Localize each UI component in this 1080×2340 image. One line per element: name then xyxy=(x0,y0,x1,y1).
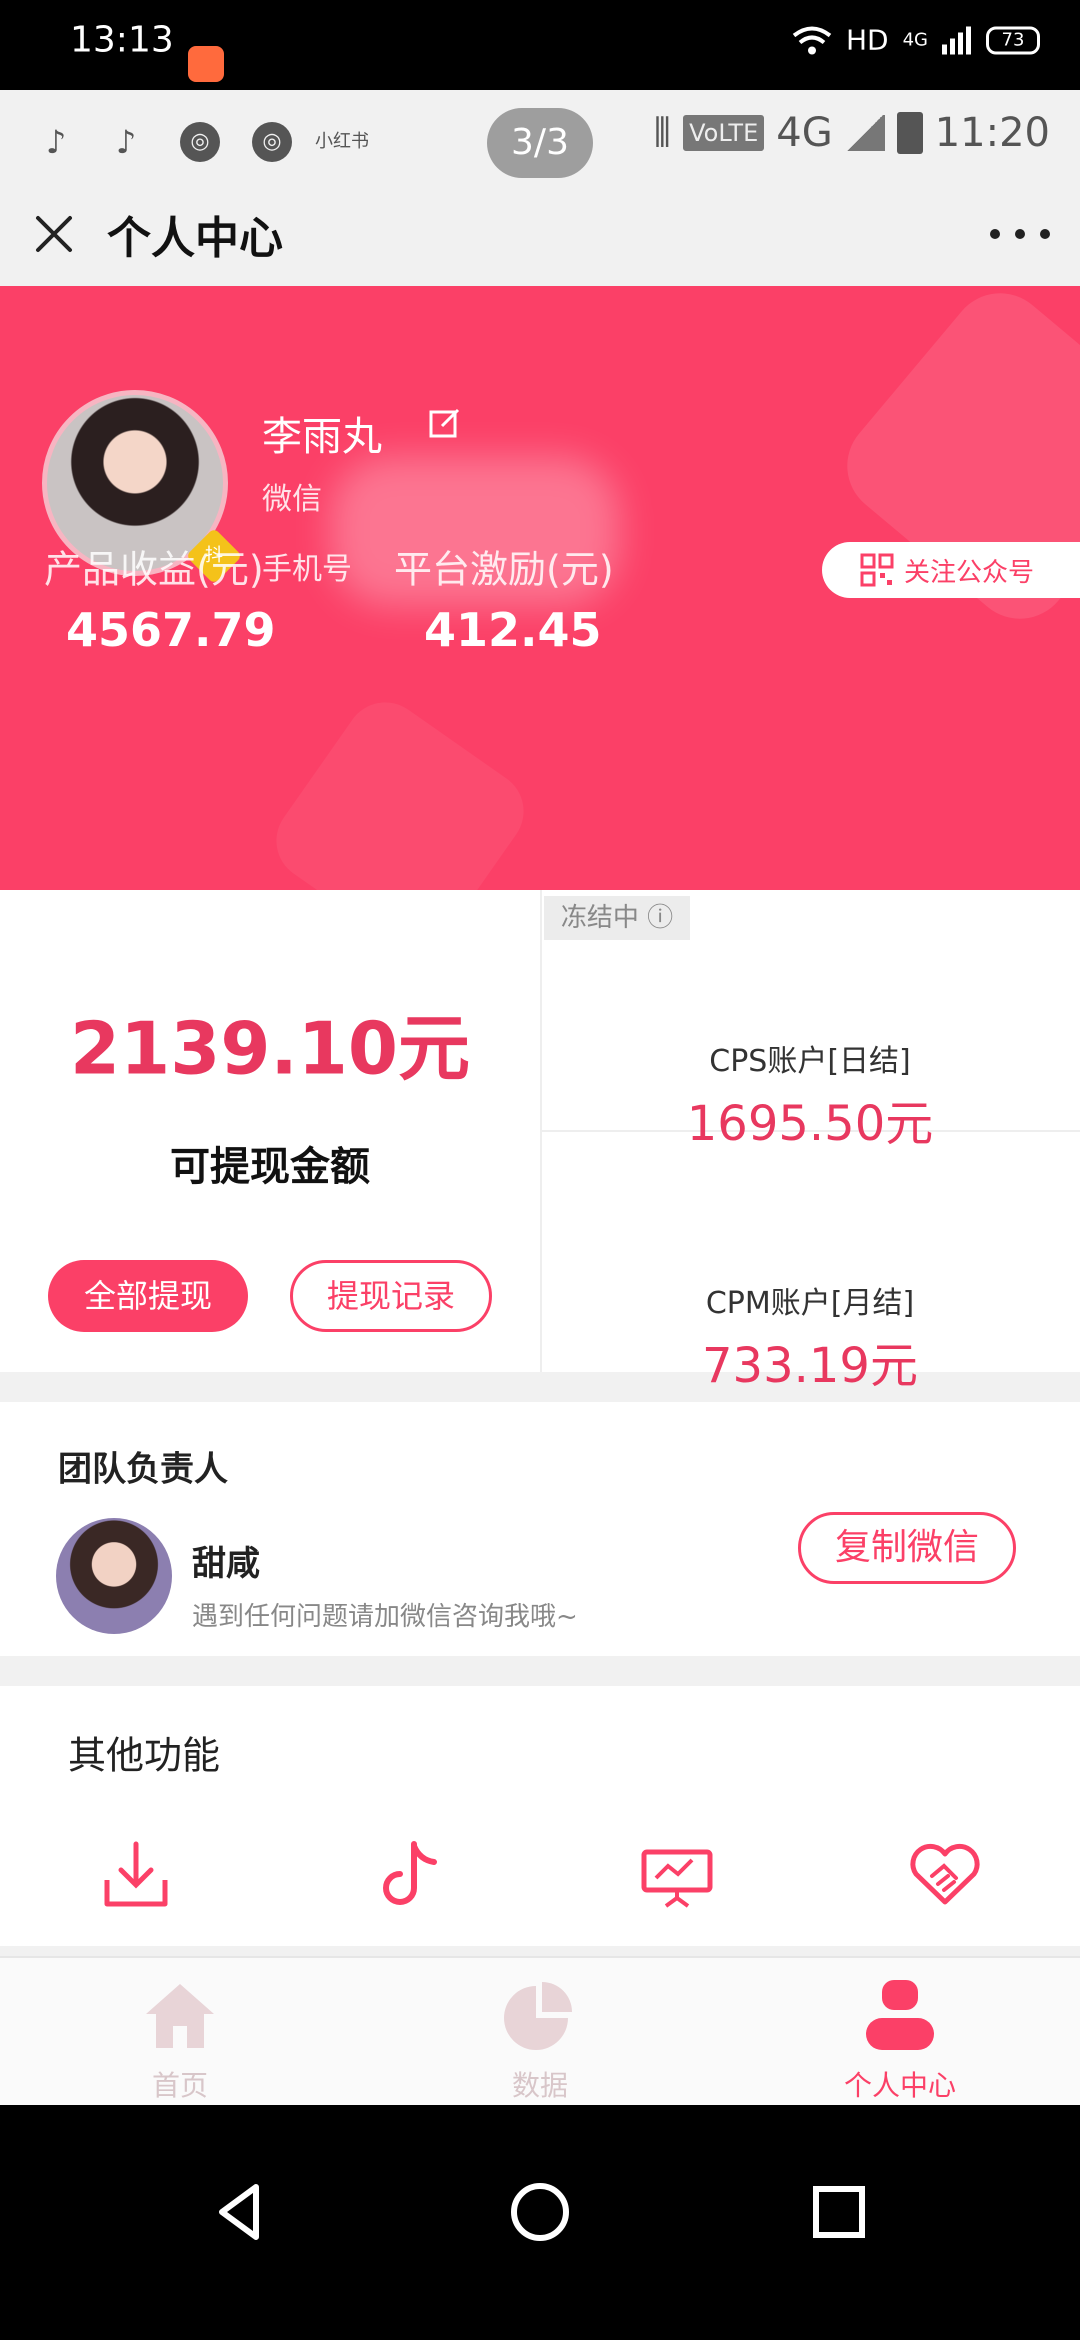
page-title: 个人中心 xyxy=(107,213,283,264)
platform-incentive-label: 平台激励(元) xyxy=(394,547,614,592)
wechat-label: 微信 xyxy=(262,482,322,517)
avatar xyxy=(56,1518,172,1634)
nav-label: 数据 xyxy=(511,2069,568,2102)
wifi-icon xyxy=(792,26,832,54)
nav-item-home[interactable]: 首页 xyxy=(0,1958,360,2105)
battery-icon xyxy=(896,112,923,154)
system-nav-bar xyxy=(0,2105,1080,2340)
title-bar: 个人中心 xyxy=(0,190,1080,286)
withdraw-all-button[interactable]: 全部提现 xyxy=(48,1260,248,1332)
bottom-nav: 首页 数据 个人中心 xyxy=(0,1956,1080,2105)
nav-item-data[interactable]: 数据 xyxy=(360,1958,720,2105)
other-functions-heading: 其他功能 xyxy=(68,1733,221,1778)
tiktok-icon: ♪ xyxy=(115,123,137,161)
tiktok-icon: ♪ xyxy=(45,123,67,161)
edit-icon[interactable] xyxy=(428,406,462,440)
pie-chart-icon xyxy=(504,1982,572,2050)
more-menu-icon[interactable] xyxy=(990,212,1050,256)
inner-status-bar: ♪ ♪ ◎ ◎ 小红书 3/3 ⦀ VoLTE 4G 11:20 xyxy=(0,90,1080,190)
app-screen: ♪ ♪ ◎ ◎ 小红书 3/3 ⦀ VoLTE 4G 11:20 个人中心 抖 … xyxy=(0,90,1080,2105)
game-app-icon xyxy=(188,46,224,82)
xiaohongshu-icon: 小红书 xyxy=(315,131,369,152)
balance-panel: 2139.10元 可提现金额 全部提现 提现记录 冻结中 ⓘ CPS账户[日结]… xyxy=(0,890,1080,1394)
nav-item-profile[interactable]: 个人中心 xyxy=(720,1958,1080,2105)
withdraw-record-button[interactable]: 提现记录 xyxy=(290,1260,492,1332)
product-earnings-value: 4567.79 xyxy=(66,603,276,657)
cpm-account-label: CPM账户[月结] xyxy=(705,1286,915,1321)
team-leader-heading: 团队负责人 xyxy=(58,1449,228,1490)
follow-label: 关注公众号 xyxy=(904,557,1035,588)
home-circle-icon[interactable] xyxy=(507,2179,573,2245)
frozen-badge[interactable]: 冻结中 ⓘ xyxy=(544,896,690,940)
battery-icon: 73 xyxy=(986,26,1040,54)
signal-icon xyxy=(942,26,971,54)
cps-account-label: CPS账户[日结] xyxy=(709,1044,911,1079)
signal-icon xyxy=(844,115,885,151)
aperture-icon: ◎ xyxy=(252,122,292,162)
copy-wechat-button[interactable]: 复制微信 xyxy=(798,1512,1016,1584)
handshake-icon[interactable] xyxy=(906,1836,984,1914)
follow-official-account-button[interactable]: 关注公众号 xyxy=(822,542,1080,598)
download-icon[interactable] xyxy=(97,1836,175,1914)
outer-status-bar: 13:13 HD 4G 73 xyxy=(0,0,1080,90)
close-icon[interactable] xyxy=(30,210,78,258)
back-icon[interactable] xyxy=(208,2179,274,2245)
nav-label: 首页 xyxy=(151,2069,208,2102)
aperture-icon: ◎ xyxy=(180,122,220,162)
status-time: 13:13 xyxy=(70,19,174,61)
network-hd: HD xyxy=(845,23,889,57)
presentation-icon[interactable] xyxy=(638,1836,716,1914)
page-indicator: 3/3 xyxy=(487,108,593,178)
tiktok-icon[interactable] xyxy=(370,1836,448,1914)
nav-label: 个人中心 xyxy=(843,2069,956,2102)
platform-incentive-value: 412.45 xyxy=(424,603,602,657)
volte-badge: VoLTE xyxy=(683,115,765,151)
qr-code-icon xyxy=(860,553,894,587)
leader-name: 甜咸 xyxy=(192,1544,260,1584)
user-name: 李雨丸 xyxy=(262,414,382,460)
other-functions-section: 其他功能 xyxy=(0,1686,1080,1946)
network-gen-inner: 4G xyxy=(776,110,833,156)
cps-account-value: 1695.50元 xyxy=(686,1096,934,1152)
vibrate-icon: ⦀ xyxy=(653,110,672,156)
network-gen: 4G xyxy=(902,29,928,51)
leader-tip: 遇到任何问题请加微信咨询我哦~ xyxy=(192,1602,578,1632)
team-leader-section: 团队负责人 甜咸 遇到任何问题请加微信咨询我哦~ 复制微信 xyxy=(0,1402,1080,1656)
user-icon xyxy=(866,1980,934,2050)
inner-time: 11:20 xyxy=(934,110,1050,156)
profile-header: 抖 李雨丸 微信 手机号 关注公众号 产品收益(元) 4567.79 平台激励(… xyxy=(0,286,1080,890)
home-icon xyxy=(146,1984,214,2048)
cpm-account-value: 733.19元 xyxy=(702,1338,918,1394)
withdrawable-amount: 2139.10元 xyxy=(70,1006,470,1091)
inner-status-right: ⦀ VoLTE 4G 11:20 xyxy=(654,110,1050,156)
recents-icon[interactable] xyxy=(806,2179,872,2245)
product-earnings-label: 产品收益(元) xyxy=(44,547,264,592)
withdrawable-label: 可提现金额 xyxy=(170,1144,370,1190)
decor-shape xyxy=(260,686,540,890)
status-right-group: HD 4G 73 xyxy=(792,24,1040,57)
